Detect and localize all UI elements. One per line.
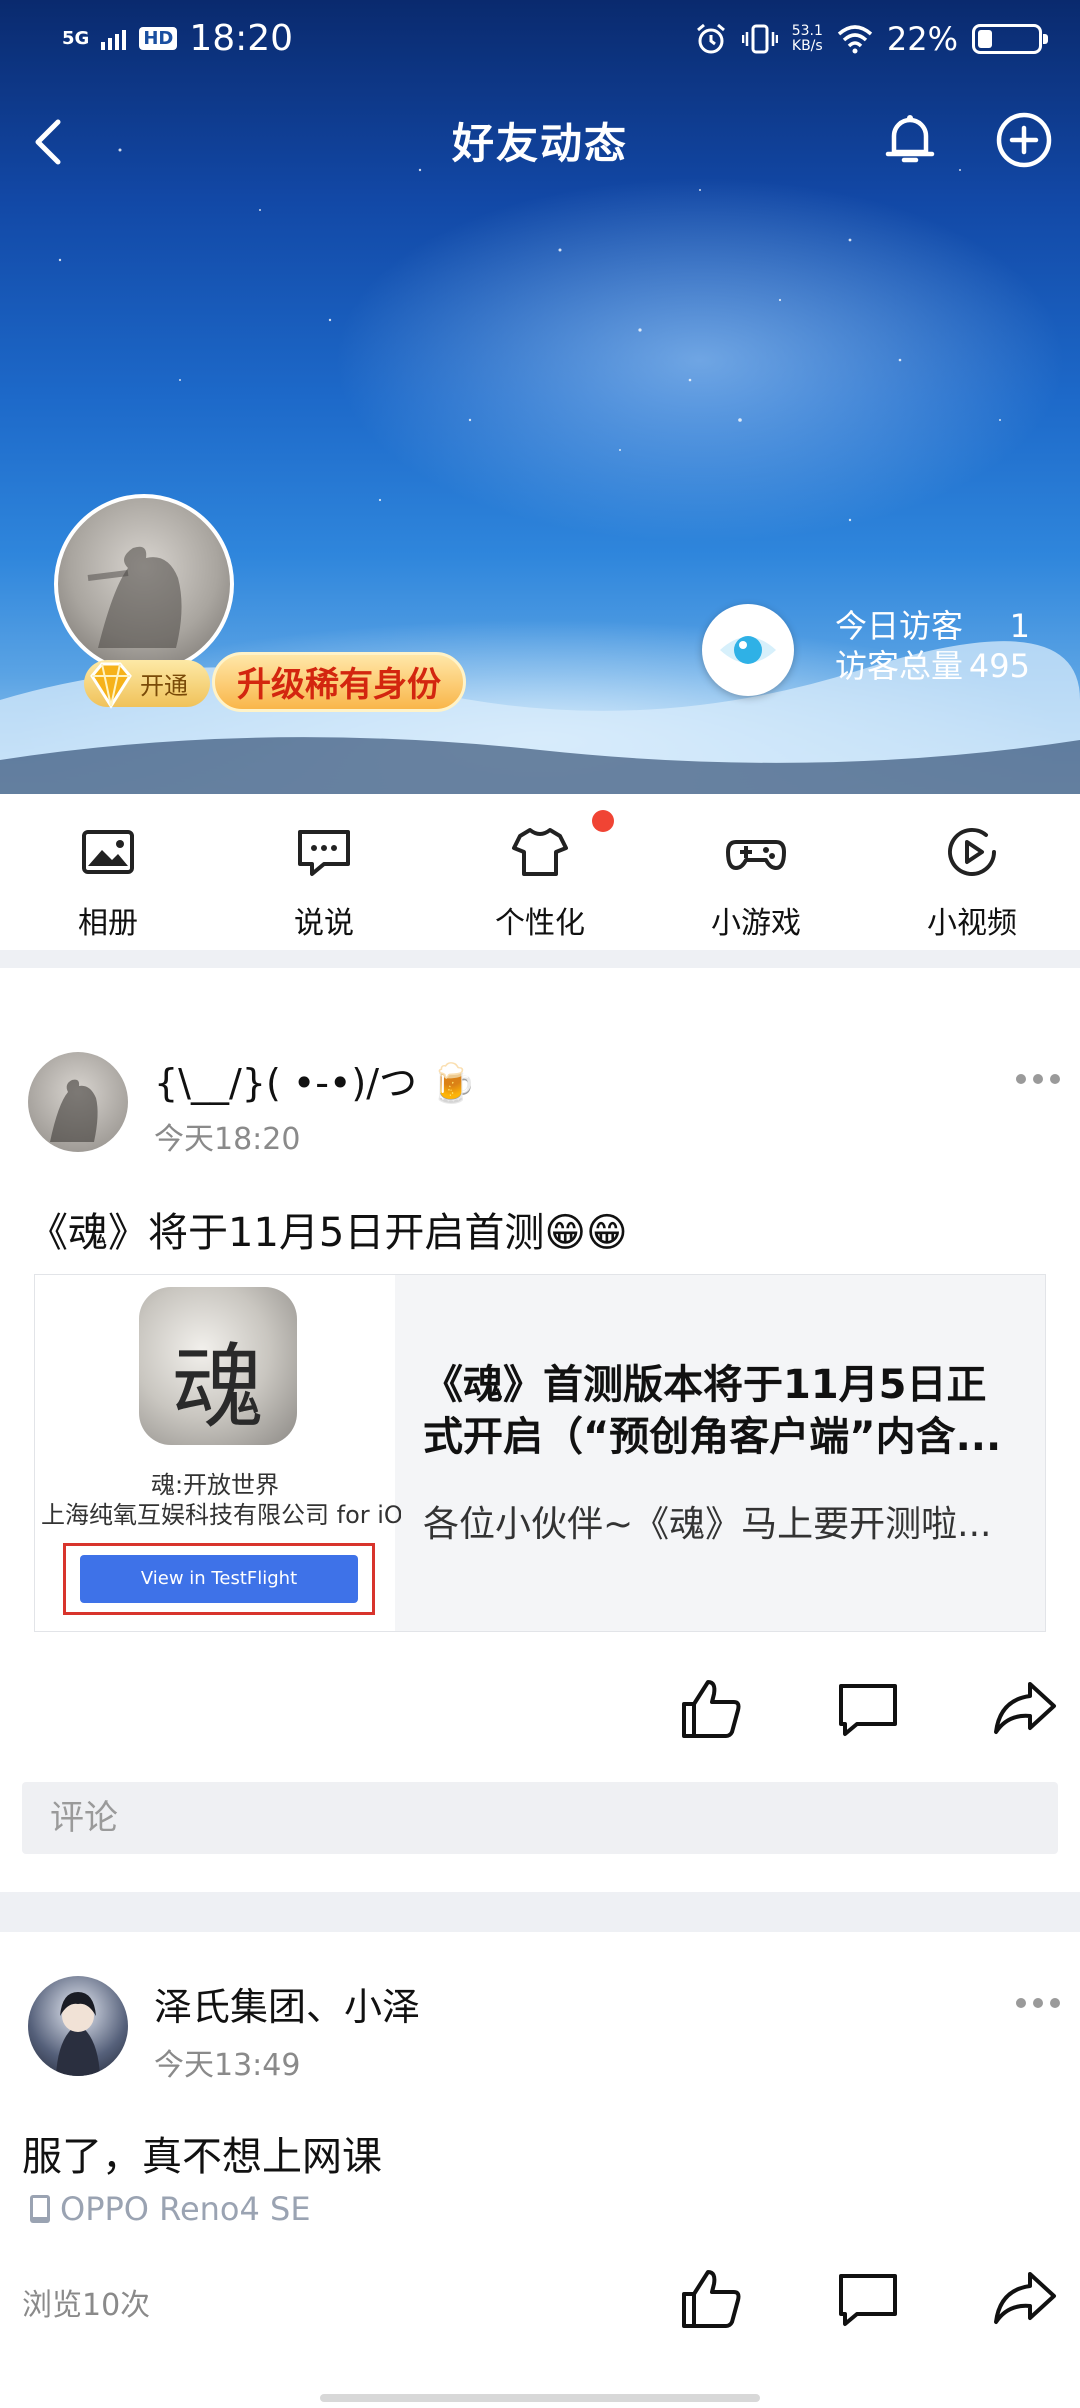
profile-cover: 5G HD 18:20 53.1 KB/s 22% 好友动态 开通 升级稀有身份… <box>0 0 1080 794</box>
play-video-icon <box>948 827 996 876</box>
home-indicator[interactable] <box>320 2394 760 2402</box>
network-indicator: 5G <box>62 28 90 49</box>
visitors-today-count: 1 <box>1009 607 1030 645</box>
testflight-button: View in TestFlight <box>80 1555 358 1603</box>
vibrate-icon <box>741 24 778 54</box>
alarm-icon <box>696 23 725 54</box>
testflight-highlight: View in TestFlight <box>63 1543 375 1615</box>
post-author-avatar[interactable] <box>28 1052 128 1152</box>
device-tag: OPPO Reno4 SE <box>28 2190 311 2228</box>
card-title: 《魂》首测版本将于11月5日正式开启（“预创角客户端”内含... <box>423 1362 1002 1460</box>
device-name: OPPO Reno4 SE <box>60 2190 311 2228</box>
view-count: 浏览10次 <box>22 2288 151 2323</box>
new-notification-dot <box>592 810 614 832</box>
user-avatar[interactable] <box>54 494 234 674</box>
tab-personalize-label: 个性化 <box>495 906 585 941</box>
visitors-total-label: 访客总量 <box>835 647 964 685</box>
clock: 18:20 <box>189 18 294 59</box>
vip-badge[interactable]: 开通 <box>84 656 210 710</box>
speed-unit: KB/s <box>791 38 823 54</box>
battery-percent: 22% <box>886 20 958 58</box>
tab-album[interactable]: 相册 <box>0 794 216 950</box>
tab-personalize[interactable]: 个性化 <box>432 794 648 950</box>
speed-value: 53.1 <box>791 23 823 39</box>
like-icon[interactable] <box>678 1676 744 1742</box>
post-time: 今天18:20 <box>154 1122 301 1157</box>
quick-tabs: 相册 说说 个性化 小游戏 小视频 <box>0 794 1080 950</box>
post-time: 今天13:49 <box>154 2048 301 2083</box>
tab-minigames-label: 小游戏 <box>711 906 801 941</box>
app-icon: 魂 <box>139 1287 297 1445</box>
like-icon[interactable] <box>678 2266 744 2332</box>
post-author-avatar[interactable] <box>28 1976 128 2076</box>
upgrade-identity-button[interactable]: 升级稀有身份 <box>212 652 466 712</box>
vip-open-label: 开通 <box>140 671 188 700</box>
comment-input[interactable]: 评论 <box>22 1782 1058 1854</box>
post-author-name[interactable]: {\__/}( •-•)/つ 🍺 <box>154 1052 476 1107</box>
tab-shuoshuo-label: 说说 <box>294 906 354 941</box>
post-text: 《魂》将于11月5日开启首测😁😁 <box>28 1210 628 1256</box>
section-divider <box>0 1892 1080 1932</box>
app-company: 上海纯氧互娱科技有限公司 for iOS <box>41 1501 401 1529</box>
gamepad-icon <box>726 840 786 870</box>
comment-icon[interactable] <box>835 2266 901 2332</box>
post-text: 服了，真不想上网课 <box>22 2134 382 2180</box>
more-options-icon[interactable] <box>1016 1074 1060 1088</box>
share-icon[interactable] <box>992 1676 1058 1742</box>
avatar-silhouette-image <box>50 1079 98 1142</box>
signal-icon <box>101 29 127 50</box>
photo-album-icon <box>82 830 134 874</box>
comment-icon[interactable] <box>835 1676 901 1742</box>
hd-indicator: HD <box>139 27 178 50</box>
tab-short-video-label: 小视频 <box>927 906 1017 941</box>
status-bar: 5G HD 18:20 53.1 KB/s 22% <box>0 0 1080 84</box>
wifi-icon <box>837 25 873 54</box>
eye-icon <box>720 636 776 664</box>
app-icon-character: 魂 <box>171 1334 264 1441</box>
tab-short-video[interactable]: 小视频 <box>864 794 1080 950</box>
tab-shuoshuo[interactable]: 说说 <box>216 794 432 950</box>
network-speed: 53.1 KB/s <box>792 24 823 54</box>
add-circle-icon[interactable] <box>992 108 1056 172</box>
diamond-icon <box>90 662 132 709</box>
card-description: 各位小伙伴~《魂》马上要开测啦... <box>423 1504 992 1545</box>
visitors-total-count: 495 <box>968 647 1030 685</box>
avatar-anime-image <box>56 1992 100 2076</box>
visitors-today-label: 今日访客 <box>835 607 964 645</box>
section-divider <box>0 950 1080 968</box>
tab-album-label: 相册 <box>78 906 138 941</box>
bell-icon[interactable] <box>878 108 942 172</box>
tab-minigames[interactable]: 小游戏 <box>648 794 864 950</box>
card-thumbnail: 魂 魂:开放世界 上海纯氧互娱科技有限公司 for iOS View in Te… <box>35 1275 401 1631</box>
chat-bubble-icon <box>298 830 350 876</box>
phone-icon <box>30 2195 50 2223</box>
avatar-silhouette-image <box>87 546 182 648</box>
more-options-icon[interactable] <box>1016 1998 1060 2012</box>
visitor-eye-button[interactable] <box>702 604 794 696</box>
visitor-stats[interactable]: 今日访客 1 访客总量 495 <box>835 606 1030 686</box>
share-icon[interactable] <box>992 2266 1058 2332</box>
battery-icon <box>972 24 1048 54</box>
nav-bar: 好友动态 <box>0 100 1080 184</box>
tshirt-icon <box>512 828 568 876</box>
post-author-name[interactable]: 泽氏集团、小泽 <box>154 1976 420 2031</box>
shared-link-card[interactable]: 魂 魂:开放世界 上海纯氧互娱科技有限公司 for iOS View in Te… <box>34 1274 1046 1632</box>
